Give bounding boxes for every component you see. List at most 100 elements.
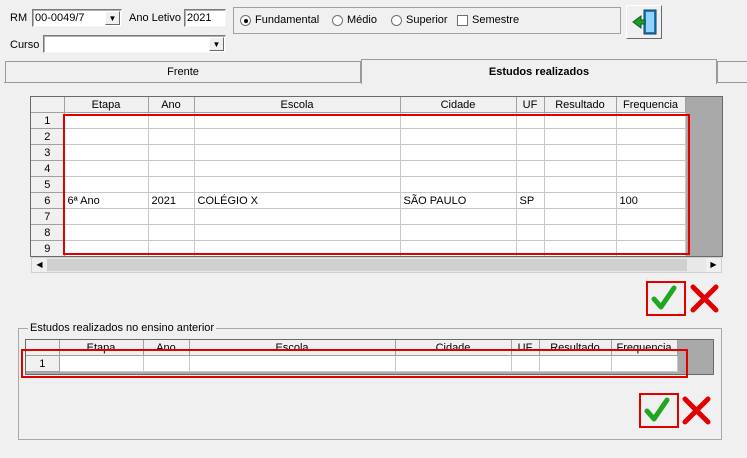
table-cell[interactable]	[516, 144, 545, 161]
table-row[interactable]: 4	[31, 160, 686, 177]
table-cell[interactable]	[544, 208, 617, 225]
table-cell[interactable]	[544, 192, 617, 209]
row-number[interactable]: 1	[26, 355, 60, 372]
table-cell[interactable]	[611, 355, 678, 372]
curso-dropdown-chevron-icon[interactable]: ▼	[209, 37, 224, 51]
radio-superior[interactable]: Superior	[391, 14, 448, 26]
grid-horizontal-scrollbar[interactable]: ◀ ▶	[31, 257, 722, 273]
table-row[interactable]: 7	[31, 208, 686, 225]
table-cell[interactable]	[59, 355, 144, 372]
table-cell[interactable]	[64, 208, 149, 225]
table-cell[interactable]	[516, 224, 545, 241]
table-row[interactable]: 8	[31, 224, 686, 241]
table-cell[interactable]	[143, 355, 190, 372]
table-cell[interactable]	[64, 240, 149, 256]
row-number[interactable]: 2	[31, 128, 65, 145]
table-cell[interactable]	[194, 176, 401, 193]
row-number[interactable]: 3	[31, 144, 65, 161]
row-number[interactable]: 1	[31, 112, 65, 129]
table-cell[interactable]	[616, 224, 686, 241]
table-cell[interactable]	[544, 160, 617, 177]
table-cell[interactable]	[616, 128, 686, 145]
table-cell[interactable]: 2021	[148, 192, 195, 209]
row-number[interactable]: 4	[31, 160, 65, 177]
exit-button[interactable]	[626, 5, 662, 39]
confirm-button[interactable]	[647, 282, 681, 314]
cancel-anterior-button[interactable]	[680, 394, 714, 426]
table-cell[interactable]	[544, 112, 617, 129]
table-cell[interactable]	[544, 240, 617, 256]
col-ano[interactable]: Ano	[143, 340, 190, 356]
row-number[interactable]: 9	[31, 240, 65, 256]
ano-letivo-field[interactable]: 2021	[184, 9, 226, 27]
table-cell[interactable]	[194, 144, 401, 161]
col-etapa[interactable]: Etapa	[59, 340, 144, 356]
table-cell[interactable]	[194, 208, 401, 225]
tab-next[interactable]	[717, 61, 747, 82]
table-cell[interactable]	[148, 160, 195, 177]
table-cell[interactable]	[516, 176, 545, 193]
table-cell[interactable]	[148, 240, 195, 256]
radio-unchecked-icon[interactable]	[391, 14, 402, 26]
table-cell[interactable]	[400, 160, 517, 177]
table-cell[interactable]	[400, 128, 517, 145]
table-cell[interactable]	[400, 240, 517, 256]
col-frequencia[interactable]: Frequencia	[616, 97, 686, 113]
table-cell[interactable]	[148, 112, 195, 129]
checkbox-icon[interactable]	[457, 14, 468, 26]
table-row[interactable]: 1	[31, 112, 686, 129]
col-uf[interactable]: UF	[516, 97, 545, 113]
scroll-left-icon[interactable]: ◀	[32, 258, 47, 272]
table-cell[interactable]	[64, 224, 149, 241]
col-cidade[interactable]: Cidade	[400, 97, 517, 113]
table-cell[interactable]	[516, 240, 545, 256]
table-cell[interactable]	[400, 176, 517, 193]
table-cell[interactable]	[544, 224, 617, 241]
table-cell[interactable]	[400, 112, 517, 129]
table-cell[interactable]	[511, 355, 540, 372]
radio-fundamental[interactable]: Fundamental	[240, 14, 319, 26]
table-row[interactable]: 2	[31, 128, 686, 145]
col-cidade[interactable]: Cidade	[395, 340, 512, 356]
table-cell[interactable]	[64, 128, 149, 145]
table-cell[interactable]	[64, 112, 149, 129]
table-cell[interactable]	[194, 112, 401, 129]
table-cell[interactable]	[148, 176, 195, 193]
table-cell[interactable]	[616, 144, 686, 161]
estudos-grid[interactable]: Etapa Ano Escola Cidade UF Resultado Fre…	[30, 96, 723, 257]
table-cell[interactable]	[64, 160, 149, 177]
confirm-anterior-button[interactable]	[640, 394, 674, 426]
table-cell[interactable]	[616, 240, 686, 256]
table-cell[interactable]	[64, 176, 149, 193]
table-cell[interactable]	[148, 128, 195, 145]
table-cell[interactable]	[616, 176, 686, 193]
table-cell[interactable]	[194, 160, 401, 177]
table-cell[interactable]	[400, 208, 517, 225]
table-cell[interactable]	[516, 208, 545, 225]
table-cell[interactable]: COLÉGIO X	[194, 192, 401, 209]
radio-unchecked-icon[interactable]	[332, 14, 343, 26]
checkbox-semestre[interactable]: Semestre	[457, 14, 519, 26]
table-cell[interactable]	[148, 208, 195, 225]
table-cell[interactable]: SP	[516, 192, 545, 209]
row-number[interactable]: 8	[31, 224, 65, 241]
radio-medio[interactable]: Médio	[332, 14, 377, 26]
table-cell[interactable]	[516, 160, 545, 177]
tab-estudos-realizados[interactable]: Estudos realizados	[361, 59, 717, 84]
table-cell[interactable]	[194, 128, 401, 145]
radio-checked-icon[interactable]	[240, 14, 251, 26]
table-cell[interactable]	[64, 144, 149, 161]
table-cell[interactable]	[616, 208, 686, 225]
col-resultado[interactable]: Resultado	[544, 97, 617, 113]
table-cell[interactable]: SÃO PAULO	[400, 192, 517, 209]
col-etapa[interactable]: Etapa	[64, 97, 149, 113]
col-uf[interactable]: UF	[511, 340, 540, 356]
table-cell[interactable]	[395, 355, 512, 372]
table-cell[interactable]	[544, 144, 617, 161]
table-cell[interactable]	[194, 224, 401, 241]
table-cell[interactable]	[148, 224, 195, 241]
col-escola[interactable]: Escola	[189, 340, 396, 356]
table-cell[interactable]	[516, 128, 545, 145]
col-resultado[interactable]: Resultado	[539, 340, 612, 356]
table-row[interactable]: 5	[31, 176, 686, 193]
